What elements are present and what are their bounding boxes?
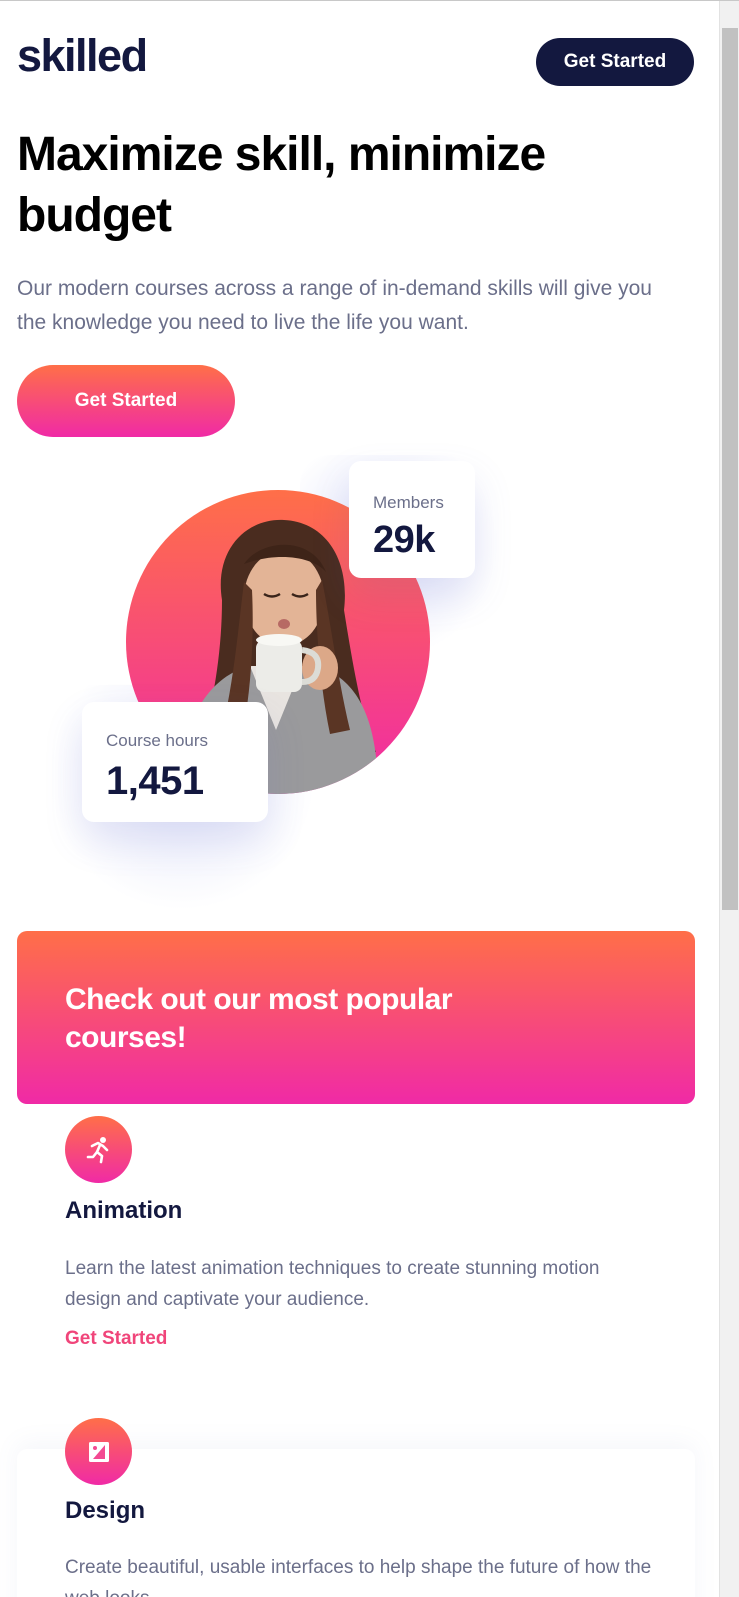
running-person-icon (65, 1116, 132, 1183)
course-description: Create beautiful, usable interfaces to h… (65, 1557, 652, 1597)
scrollbar-thumb[interactable] (722, 28, 738, 910)
course-hours-stat-card: Course hours 1,451 (82, 702, 268, 822)
members-stat-card: Members 29k (349, 461, 475, 578)
course-hours-label: Course hours (106, 731, 209, 750)
course-hours-value: 1,451 (106, 759, 204, 803)
page: skilled Get Started Maximize skill, mini… (0, 0, 719, 1597)
members-label: Members (373, 493, 444, 512)
header-get-started-button[interactable]: Get Started (536, 38, 694, 86)
course-title: Design (65, 1497, 146, 1524)
popular-courses-title: Check out our most popular courses! (65, 983, 453, 1054)
course-description: Learn the latest animation techniques to… (65, 1258, 600, 1310)
course-title: Animation (65, 1197, 183, 1224)
hero-visual: Members 29k Course hours 1,451 (0, 455, 719, 915)
popular-courses-banner: Check out our most popular courses! (17, 931, 695, 1104)
site-logo[interactable]: skilled (17, 30, 148, 82)
top-border (0, 0, 739, 1)
image-frame-icon (65, 1418, 132, 1485)
hero-title: Maximize skill, minimize budget (17, 128, 546, 242)
hero-get-started-button[interactable]: Get Started (17, 365, 235, 437)
hero-description: Our modern courses across a range of in-… (17, 277, 652, 334)
course-card-design: Design Create beautiful, usable interfac… (17, 1418, 695, 1597)
course-get-started-link[interactable]: Get Started (65, 1328, 167, 1350)
course-card-animation: Animation Learn the latest animation tec… (17, 1104, 695, 1394)
members-value: 29k (373, 519, 435, 561)
page-scrollbar[interactable] (719, 0, 739, 1597)
